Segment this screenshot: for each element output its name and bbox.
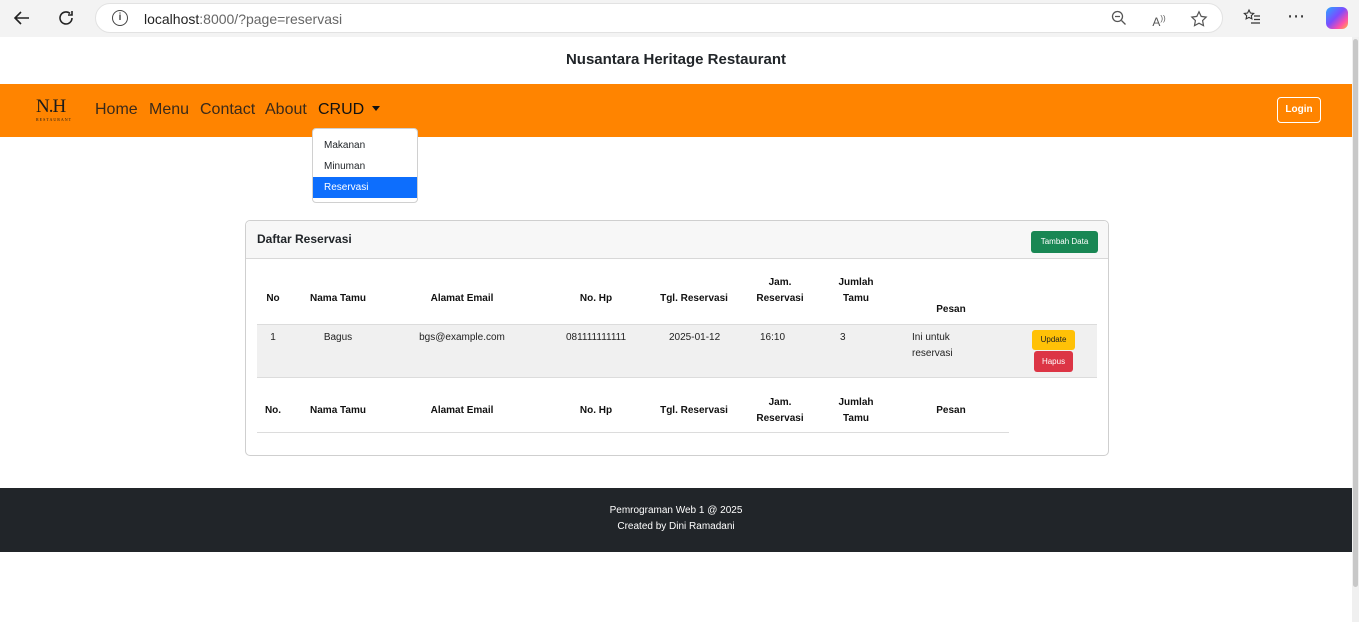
back-icon[interactable] <box>10 6 34 30</box>
address-bar[interactable]: i localhost:8000/?page=reservasi A)) <box>95 3 1223 33</box>
cell-no: 1 <box>270 332 276 343</box>
delete-button[interactable]: Hapus <box>1034 351 1073 372</box>
dropdown-item-reservasi[interactable]: Reservasi <box>313 177 417 198</box>
cell-nama: Bagus <box>323 332 353 343</box>
nav-home[interactable]: Home <box>95 100 138 120</box>
table-header-jam: Jam. Reservasi <box>756 277 804 304</box>
table-header-pesan: Pesan <box>936 304 966 315</box>
logo-mark: N.H <box>36 96 66 117</box>
card-header: Daftar Reservasi Tambah Data <box>246 221 1108 259</box>
main-navbar: N.H RESTAURANT Home Menu Contact About C… <box>0 84 1352 137</box>
refresh-icon[interactable] <box>54 6 78 30</box>
table-footer-no: No. <box>264 405 282 416</box>
table-header-hp: No. Hp <box>579 293 613 304</box>
cell-email: bgs@example.com <box>419 332 505 343</box>
info-icon[interactable]: i <box>112 10 128 26</box>
nav-contact[interactable]: Contact <box>200 100 255 120</box>
table-footer-email: Alamat Email <box>430 405 494 416</box>
url-host: localhost <box>144 11 200 27</box>
url-text[interactable]: localhost:8000/?page=reservasi <box>144 11 342 27</box>
copilot-icon[interactable] <box>1326 7 1348 29</box>
update-button[interactable]: Update <box>1032 330 1075 350</box>
table-footer-jam: Jam. Reservasi <box>756 397 804 424</box>
cell-jam: 16:10 <box>760 332 786 343</box>
footer-course-text: Pemrograman Web 1 @ 2025 <box>609 505 743 516</box>
card-title: Daftar Reservasi <box>257 232 352 246</box>
nav-menu[interactable]: Menu <box>149 100 189 120</box>
cell-tgl: 2025-01-12 <box>669 332 721 343</box>
table-footer-jumlah: Jumlah Tamu <box>838 397 874 424</box>
more-options-icon[interactable]: ⋯ <box>1286 7 1306 28</box>
favorite-star-icon[interactable] <box>1190 10 1208 28</box>
page-footer: Pemrograman Web 1 @ 2025 Created by Dini… <box>0 488 1352 552</box>
cell-pesan: Ini untuk reservasi <box>912 332 953 359</box>
caret-down-icon <box>372 106 381 111</box>
crud-dropdown-menu: Makanan Minuman Reservasi <box>312 128 418 203</box>
restaurant-logo[interactable]: N.H RESTAURANT <box>36 97 78 127</box>
table-header-jumlah: Jumlah Tamu <box>838 277 874 304</box>
table-header-tgl: Tgl. Reservasi <box>660 293 728 304</box>
dropdown-item-makanan[interactable]: Makanan <box>313 135 417 156</box>
page-scrollbar[interactable] <box>1352 37 1359 622</box>
table-header-nama: Nama Tamu <box>310 293 366 304</box>
table-footer-nama: Nama Tamu <box>310 405 366 416</box>
site-title: Nusantara Heritage Restaurant <box>565 51 787 68</box>
table-footer-tgl: Tgl. Reservasi <box>660 405 728 416</box>
nav-crud-dropdown[interactable]: CRUD <box>318 100 381 120</box>
url-path: :8000/?page=reservasi <box>199 11 343 27</box>
scrollbar-thumb[interactable] <box>1353 39 1358 587</box>
table-bottom-border <box>257 432 1009 433</box>
table-header-no: No <box>266 293 280 304</box>
table-header-email: Alamat Email <box>430 293 494 304</box>
table-footer-pesan: Pesan <box>936 405 966 416</box>
footer-author-text: Created by Dini Ramadani <box>617 521 735 532</box>
dropdown-item-minuman[interactable]: Minuman <box>313 156 417 177</box>
reservation-card: Daftar Reservasi Tambah Data No Nama Tam… <box>245 220 1109 456</box>
nav-crud-label: CRUD <box>318 101 365 118</box>
favorites-icon[interactable] <box>1242 8 1262 28</box>
add-data-button[interactable]: Tambah Data <box>1031 231 1098 253</box>
nav-about[interactable]: About <box>265 100 307 120</box>
table-footer-hp: No. Hp <box>579 405 613 416</box>
login-button[interactable]: Login <box>1277 97 1321 123</box>
read-aloud-icon[interactable]: A)) <box>1150 10 1168 29</box>
cell-hp: 081111111111 <box>565 332 627 343</box>
logo-subtext: RESTAURANT <box>36 117 73 122</box>
zoom-icon[interactable] <box>1110 10 1128 28</box>
browser-toolbar: i localhost:8000/?page=reservasi A)) ⋯ <box>0 0 1359 37</box>
cell-jumlah: 3 <box>840 332 846 343</box>
